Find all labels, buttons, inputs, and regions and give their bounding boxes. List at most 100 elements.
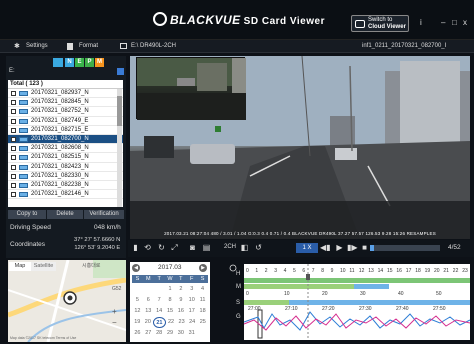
file-checkbox[interactable] (11, 164, 16, 170)
switch-view-icon[interactable]: ◧ (240, 243, 249, 252)
minimize-button[interactable]: – (441, 18, 445, 27)
fullscreen-icon[interactable]: ⤢ (170, 243, 179, 252)
file-checkbox[interactable] (11, 173, 16, 179)
calendar-day[interactable]: 18 (197, 306, 208, 317)
calendar-day[interactable]: 20 (143, 317, 154, 328)
file-list-item[interactable]: 20170321_082238_N (8, 181, 123, 191)
calendar-day[interactable]: 23 (176, 317, 187, 328)
delete-button[interactable]: Delete (47, 210, 83, 219)
sync-icon[interactable]: ↺ (254, 243, 263, 252)
map-zoom-out[interactable]: − (112, 318, 117, 327)
file-list-item[interactable]: 20170321_082515_N (8, 153, 123, 163)
refresh-icon[interactable]: ↻ (157, 243, 166, 252)
file-checkbox[interactable] (11, 155, 16, 161)
calendar-day[interactable]: 15 (165, 306, 176, 317)
switch-to-cloud-button[interactable]: Switch to Cloud Viewer (351, 15, 409, 32)
hour-label: 19 (425, 268, 431, 274)
calendar-day[interactable]: 29 (165, 328, 176, 339)
all-files-icon[interactable] (53, 58, 63, 67)
calendar-next-icon[interactable]: ▶ (199, 264, 207, 272)
calendar-day[interactable]: 11 (197, 295, 208, 306)
calendar-day[interactable]: 8 (165, 295, 176, 306)
copy-to-button[interactable]: Copy to (8, 210, 46, 219)
calendar-day[interactable]: 4 (197, 284, 208, 295)
calendar-day[interactable]: 13 (143, 306, 154, 317)
calendar-day[interactable]: 30 (175, 328, 186, 339)
tab-event[interactable]: E (75, 58, 84, 67)
map-tab-map[interactable]: Map (9, 262, 31, 271)
play-icon[interactable]: ▶ (335, 243, 344, 252)
file-list-item[interactable]: 20170321_082700_N (8, 134, 123, 145)
calendar-day[interactable]: 31 (186, 328, 197, 339)
format-button[interactable]: Format (79, 43, 98, 49)
file-list-item[interactable]: 20170321_082937_N (8, 89, 123, 99)
calendar-day[interactable]: 1 (165, 284, 176, 295)
file-checkbox[interactable] (11, 109, 16, 115)
hour-label: 13 (368, 268, 374, 274)
calendar-day[interactable]: 26 (132, 328, 143, 339)
map-view[interactable] (8, 260, 126, 342)
calendar-prev-icon[interactable]: ◀ (132, 264, 140, 272)
snapshot-icon[interactable]: ◙ (188, 243, 197, 252)
calendar-day[interactable]: 10 (186, 295, 197, 306)
calendar-week: 5 6 7 8 9 10 11 (132, 295, 208, 306)
file-checkbox[interactable] (11, 100, 16, 106)
app-title: BLACKVUE SD Card Viewer (170, 13, 325, 27)
file-checkbox[interactable] (11, 118, 16, 124)
rear-camera-pip[interactable] (136, 57, 246, 120)
print-icon[interactable]: ▤ (202, 243, 211, 252)
calendar-day[interactable]: 28 (154, 328, 165, 339)
file-list-item[interactable]: 20170321_082749_E (8, 117, 123, 126)
map-tab-satellite[interactable]: Satellite (31, 262, 56, 271)
drive-menu-button[interactable] (117, 68, 124, 75)
dashcam-icon[interactable]: ▮ (131, 243, 140, 252)
verification-button[interactable]: Verification (84, 210, 124, 219)
calendar-day[interactable]: 2 (175, 284, 186, 295)
file-checkbox[interactable] (11, 91, 16, 96)
maximize-button[interactable]: □ (452, 18, 457, 27)
file-list-item[interactable]: 20170321_082146_N (8, 190, 123, 200)
calendar-day[interactable]: 24 (187, 317, 198, 328)
calendar-day[interactable]: 6 (143, 295, 154, 306)
file-checkbox[interactable] (11, 182, 16, 188)
file-list-item[interactable]: 20170321_082423_N (8, 163, 123, 172)
settings-button[interactable]: Settings (26, 43, 48, 49)
calendar-day[interactable]: 5 (132, 295, 143, 306)
file-list-item[interactable]: 20170321_082752_N (8, 107, 123, 117)
calendar-day[interactable]: 22 (166, 317, 177, 328)
hour-label: 9 (331, 268, 334, 274)
tab-manual[interactable]: M (95, 58, 104, 67)
scrollbar-thumb[interactable] (117, 96, 122, 126)
previous-icon[interactable]: ◀▮ (320, 243, 331, 252)
calendar-day-selected[interactable]: 21 (153, 317, 166, 328)
stop-icon[interactable]: ■ (360, 243, 369, 252)
calendar-day[interactable]: 3 (186, 284, 197, 295)
file-checkbox[interactable] (11, 136, 16, 142)
blackvue-logo-icon (153, 12, 167, 26)
calendar-day[interactable]: 7 (154, 295, 165, 306)
file-checkbox[interactable] (11, 146, 16, 152)
calendar-day[interactable]: 25 (197, 317, 208, 328)
tab-normal[interactable]: N (65, 58, 74, 67)
file-checkbox[interactable] (11, 192, 16, 198)
progress-bar[interactable] (370, 245, 440, 251)
file-list-item[interactable]: 20170321_082715_E (8, 126, 123, 135)
playback-speed[interactable]: 1 X (296, 243, 318, 253)
calendar-day[interactable]: 19 (132, 317, 143, 328)
info-button[interactable]: i (420, 18, 422, 27)
file-checkbox[interactable] (11, 127, 16, 133)
map-zoom-in[interactable]: + (112, 307, 117, 316)
calendar-day[interactable]: 9 (175, 295, 186, 306)
calendar-day[interactable]: 17 (186, 306, 197, 317)
tab-parking[interactable]: P (85, 58, 94, 67)
calendar-day[interactable]: 16 (175, 306, 186, 317)
rotate-icon[interactable]: ⟲ (143, 243, 152, 252)
calendar-day[interactable]: 27 (143, 328, 154, 339)
file-list-item[interactable]: 20170321_082845_N (8, 98, 123, 108)
close-button[interactable]: x (463, 18, 467, 27)
next-icon[interactable]: ▮▶ (347, 243, 358, 252)
calendar-day[interactable]: 12 (132, 306, 143, 317)
file-list-item[interactable]: 20170321_082608_N (8, 144, 123, 154)
file-list-item[interactable]: 20170321_082330_N (8, 172, 123, 181)
calendar-day[interactable]: 14 (154, 306, 165, 317)
